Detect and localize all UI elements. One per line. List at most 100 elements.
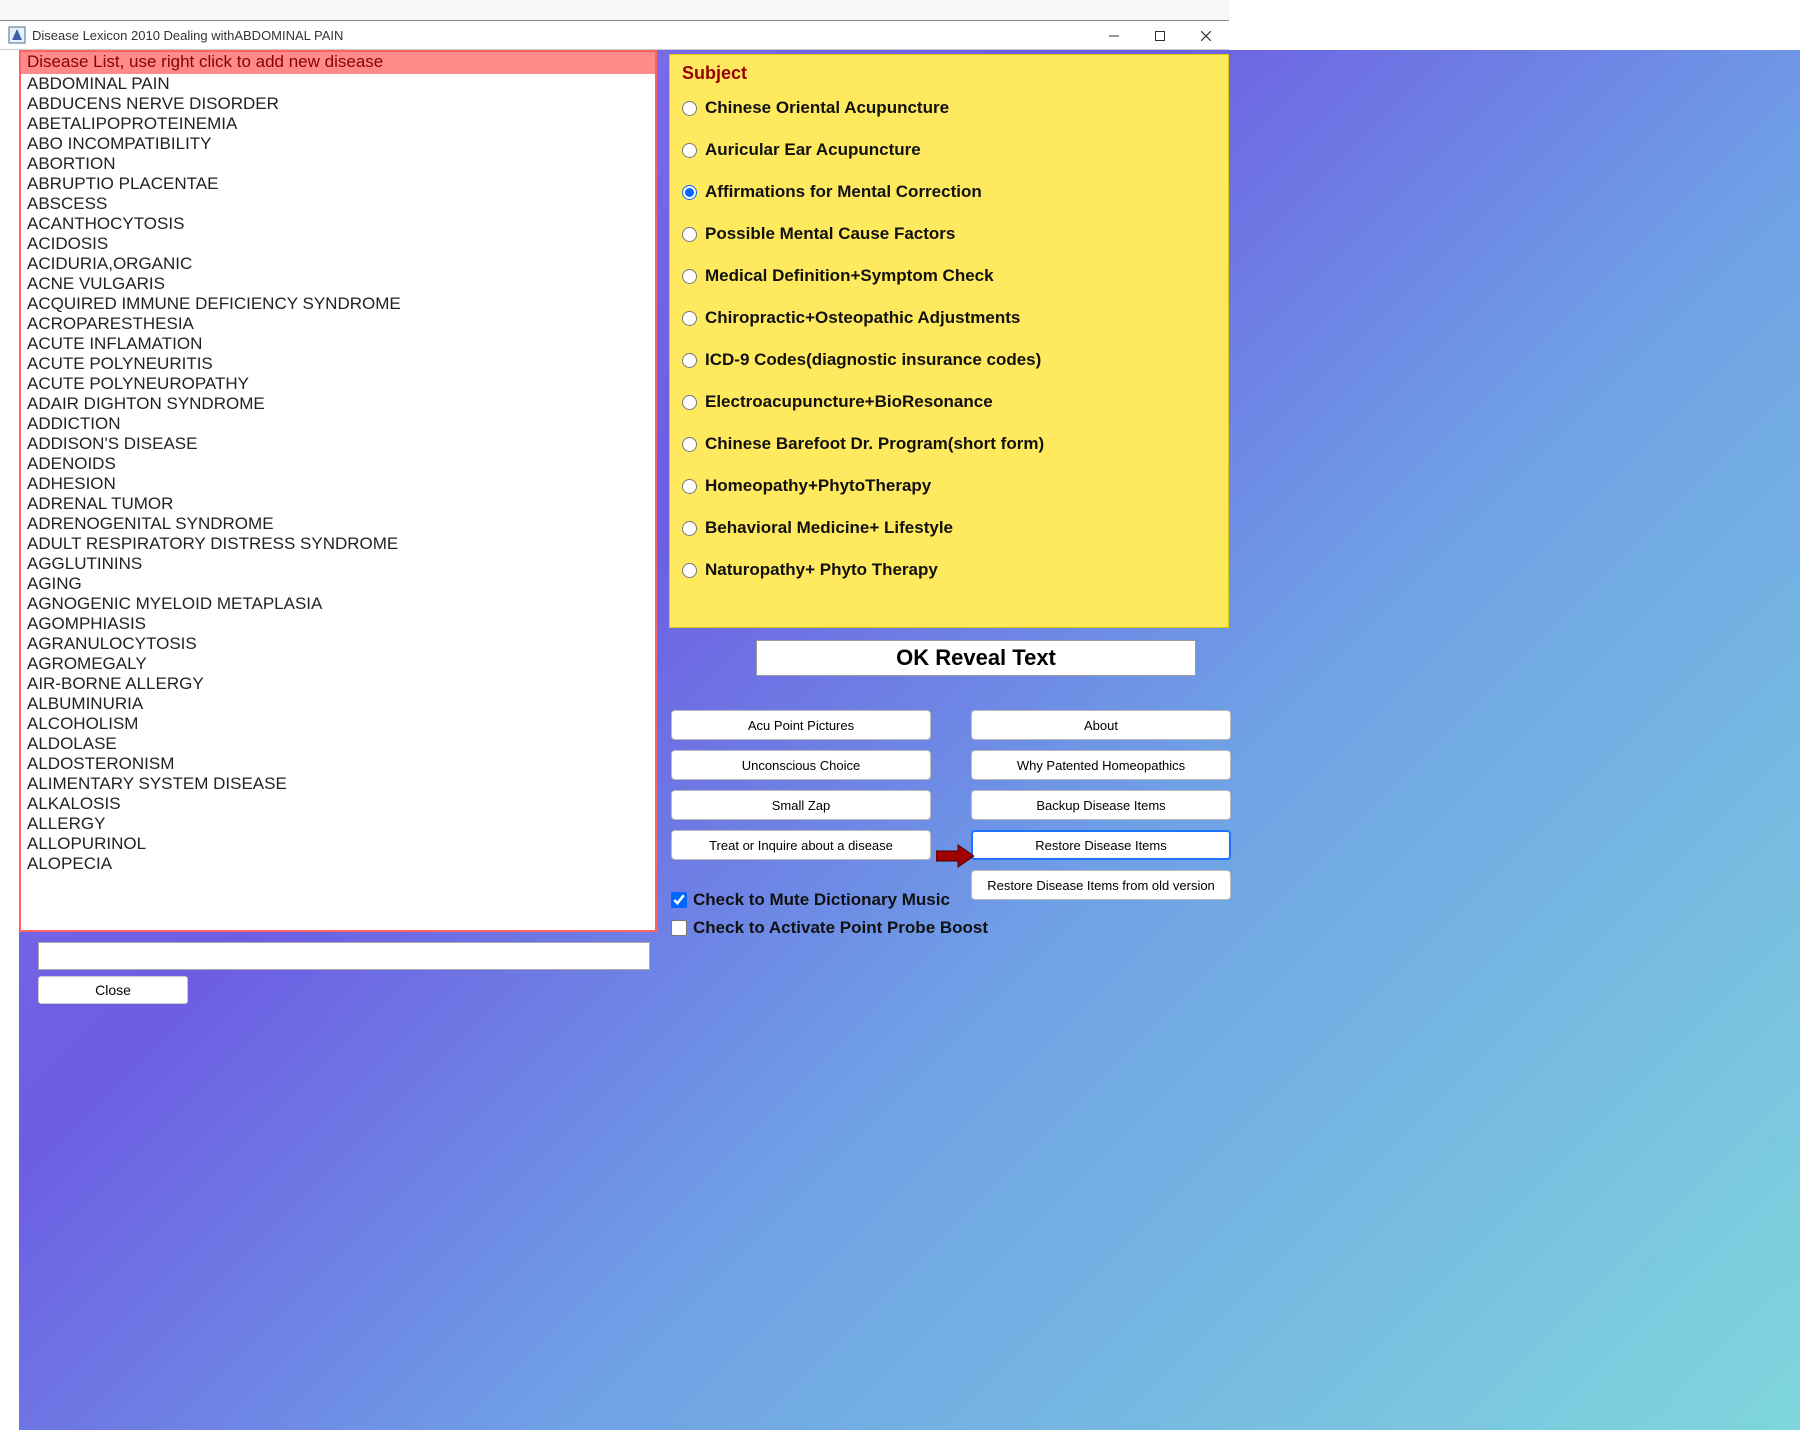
subject-radio-label[interactable]: Affirmations for Mental Correction [705, 182, 982, 202]
disease-list-item[interactable]: ACIDURIA,ORGANIC [21, 254, 655, 274]
small-zap-button[interactable]: Small Zap [671, 790, 931, 820]
subject-radio-row[interactable]: ICD-9 Codes(diagnostic insurance codes) [682, 350, 1216, 370]
disease-list-item[interactable]: ALLERGY [21, 814, 655, 834]
why-patented-homeopathics-button[interactable]: Why Patented Homeopathics [971, 750, 1231, 780]
subject-radio[interactable] [682, 143, 697, 158]
subject-radio-row[interactable]: Naturopathy+ Phyto Therapy [682, 560, 1216, 580]
subject-radio-row[interactable]: Auricular Ear Acupuncture [682, 140, 1216, 160]
disease-list-item[interactable]: ALIMENTARY SYSTEM DISEASE [21, 774, 655, 794]
disease-list-item[interactable]: AGROMEGALY [21, 654, 655, 674]
subject-radio-label[interactable]: Chinese Oriental Acupuncture [705, 98, 949, 118]
subject-radio-row[interactable]: Affirmations for Mental Correction [682, 182, 1216, 202]
subject-radio[interactable] [682, 479, 697, 494]
disease-list-item[interactable]: ABDUCENS NERVE DISORDER [21, 94, 655, 114]
disease-list-item[interactable]: AIR-BORNE ALLERGY [21, 674, 655, 694]
disease-list-item[interactable]: ACUTE POLYNEUROPATHY [21, 374, 655, 394]
disease-list-item[interactable]: AGNOGENIC MYELOID METAPLASIA [21, 594, 655, 614]
subject-radio-row[interactable]: Chinese Barefoot Dr. Program(short form) [682, 434, 1216, 454]
disease-list-item[interactable]: AGING [21, 574, 655, 594]
subject-radio[interactable] [682, 395, 697, 410]
unconscious-choice-button[interactable]: Unconscious Choice [671, 750, 931, 780]
subject-title: Subject [682, 63, 1216, 84]
window-title: Disease Lexicon 2010 Dealing withABDOMIN… [32, 28, 343, 43]
restore-disease-items-button[interactable]: Restore Disease Items [971, 830, 1231, 860]
disease-list-item[interactable]: ADRENOGENITAL SYNDROME [21, 514, 655, 534]
subject-radio-row[interactable]: Chinese Oriental Acupuncture [682, 98, 1216, 118]
disease-list-item[interactable]: AGOMPHIASIS [21, 614, 655, 634]
subject-radio-label[interactable]: Auricular Ear Acupuncture [705, 140, 921, 160]
disease-list-item[interactable]: AGRANULOCYTOSIS [21, 634, 655, 654]
disease-list-item[interactable]: ACUTE INFLAMATION [21, 334, 655, 354]
subject-radio[interactable] [682, 227, 697, 242]
disease-list-item[interactable]: ALOPECIA [21, 854, 655, 874]
disease-list-item[interactable]: ALDOLASE [21, 734, 655, 754]
subject-radio-label[interactable]: Naturopathy+ Phyto Therapy [705, 560, 938, 580]
disease-list-item[interactable]: ACUTE POLYNEURITIS [21, 354, 655, 374]
subject-radio-label[interactable]: Homeopathy+PhytoTherapy [705, 476, 931, 496]
subject-radio[interactable] [682, 311, 697, 326]
disease-list-item[interactable]: AGGLUTININS [21, 554, 655, 574]
disease-list-item[interactable]: ACNE VULGARIS [21, 274, 655, 294]
restore-disease-items-old-button[interactable]: Restore Disease Items from old version [971, 870, 1231, 900]
disease-list-item[interactable]: ACIDOSIS [21, 234, 655, 254]
disease-list-item[interactable]: ABDOMINAL PAIN [21, 74, 655, 94]
backup-disease-items-button[interactable]: Backup Disease Items [971, 790, 1231, 820]
close-button[interactable]: Close [38, 976, 188, 1004]
subject-radio[interactable] [682, 101, 697, 116]
disease-list-item[interactable]: ALCOHOLISM [21, 714, 655, 734]
disease-list-item[interactable]: ACANTHOCYTOSIS [21, 214, 655, 234]
disease-list-item[interactable]: ABORTION [21, 154, 655, 174]
disease-list-item[interactable]: ADENOIDS [21, 454, 655, 474]
subject-radio[interactable] [682, 437, 697, 452]
subject-radio[interactable] [682, 521, 697, 536]
disease-list-item[interactable]: ALBUMINURIA [21, 694, 655, 714]
maximize-button[interactable] [1137, 21, 1183, 50]
ok-reveal-text-button[interactable]: OK Reveal Text [756, 640, 1196, 676]
subject-radio-row[interactable]: Chiropractic+Osteopathic Adjustments [682, 308, 1216, 328]
subject-radio[interactable] [682, 563, 697, 578]
subject-radio[interactable] [682, 353, 697, 368]
subject-radio-row[interactable]: Homeopathy+PhytoTherapy [682, 476, 1216, 496]
disease-list[interactable]: ABDOMINAL PAINABDUCENS NERVE DISORDERABE… [21, 74, 655, 874]
subject-radio-row[interactable]: Electroacupuncture+BioResonance [682, 392, 1216, 412]
disease-list-item[interactable]: ALDOSTERONISM [21, 754, 655, 774]
disease-list-item[interactable]: ABETALIPOPROTEINEMIA [21, 114, 655, 134]
mute-music-label[interactable]: Check to Mute Dictionary Music [693, 890, 950, 910]
disease-list-item[interactable]: ACROPARESTHESIA [21, 314, 655, 334]
disease-list-item[interactable]: ALLOPURINOL [21, 834, 655, 854]
subject-radio-row[interactable]: Medical Definition+Symptom Check [682, 266, 1216, 286]
mute-music-checkbox[interactable] [671, 892, 687, 908]
subject-radio-row[interactable]: Behavioral Medicine+ Lifestyle [682, 518, 1216, 538]
disease-list-item[interactable]: ABO INCOMPATIBILITY [21, 134, 655, 154]
close-window-button[interactable] [1183, 21, 1229, 50]
disease-list-item[interactable]: ADAIR DIGHTON SYNDROME [21, 394, 655, 414]
disease-list-scroll[interactable]: ABDOMINAL PAINABDUCENS NERVE DISORDERABE… [21, 74, 655, 930]
disease-list-item[interactable]: ADDICTION [21, 414, 655, 434]
subject-radio-row[interactable]: Possible Mental Cause Factors [682, 224, 1216, 244]
subject-radio-label[interactable]: ICD-9 Codes(diagnostic insurance codes) [705, 350, 1041, 370]
subject-radio-label[interactable]: Behavioral Medicine+ Lifestyle [705, 518, 953, 538]
disease-list-item[interactable]: ABSCESS [21, 194, 655, 214]
disease-list-item[interactable]: ADDISON'S DISEASE [21, 434, 655, 454]
disease-list-item[interactable]: ADRENAL TUMOR [21, 494, 655, 514]
subject-radio-label[interactable]: Chiropractic+Osteopathic Adjustments [705, 308, 1020, 328]
filter-input[interactable] [38, 942, 650, 970]
acu-point-pictures-button[interactable]: Acu Point Pictures [671, 710, 931, 740]
titlebar: Disease Lexicon 2010 Dealing withABDOMIN… [0, 21, 1229, 50]
subject-radio-label[interactable]: Possible Mental Cause Factors [705, 224, 955, 244]
minimize-button[interactable] [1091, 21, 1137, 50]
probe-boost-label[interactable]: Check to Activate Point Probe Boost [693, 918, 988, 938]
disease-list-item[interactable]: ADULT RESPIRATORY DISTRESS SYNDROME [21, 534, 655, 554]
about-button[interactable]: About [971, 710, 1231, 740]
disease-list-item[interactable]: ABRUPTIO PLACENTAE [21, 174, 655, 194]
disease-list-item[interactable]: ALKALOSIS [21, 794, 655, 814]
subject-radio-label[interactable]: Medical Definition+Symptom Check [705, 266, 994, 286]
subject-radio-label[interactable]: Electroacupuncture+BioResonance [705, 392, 993, 412]
treat-or-inquire-button[interactable]: Treat or Inquire about a disease [671, 830, 931, 860]
subject-radio-label[interactable]: Chinese Barefoot Dr. Program(short form) [705, 434, 1044, 454]
subject-radio[interactable] [682, 269, 697, 284]
subject-radio[interactable] [682, 185, 697, 200]
disease-list-item[interactable]: ADHESION [21, 474, 655, 494]
probe-boost-checkbox[interactable] [671, 920, 687, 936]
disease-list-item[interactable]: ACQUIRED IMMUNE DEFICIENCY SYNDROME [21, 294, 655, 314]
